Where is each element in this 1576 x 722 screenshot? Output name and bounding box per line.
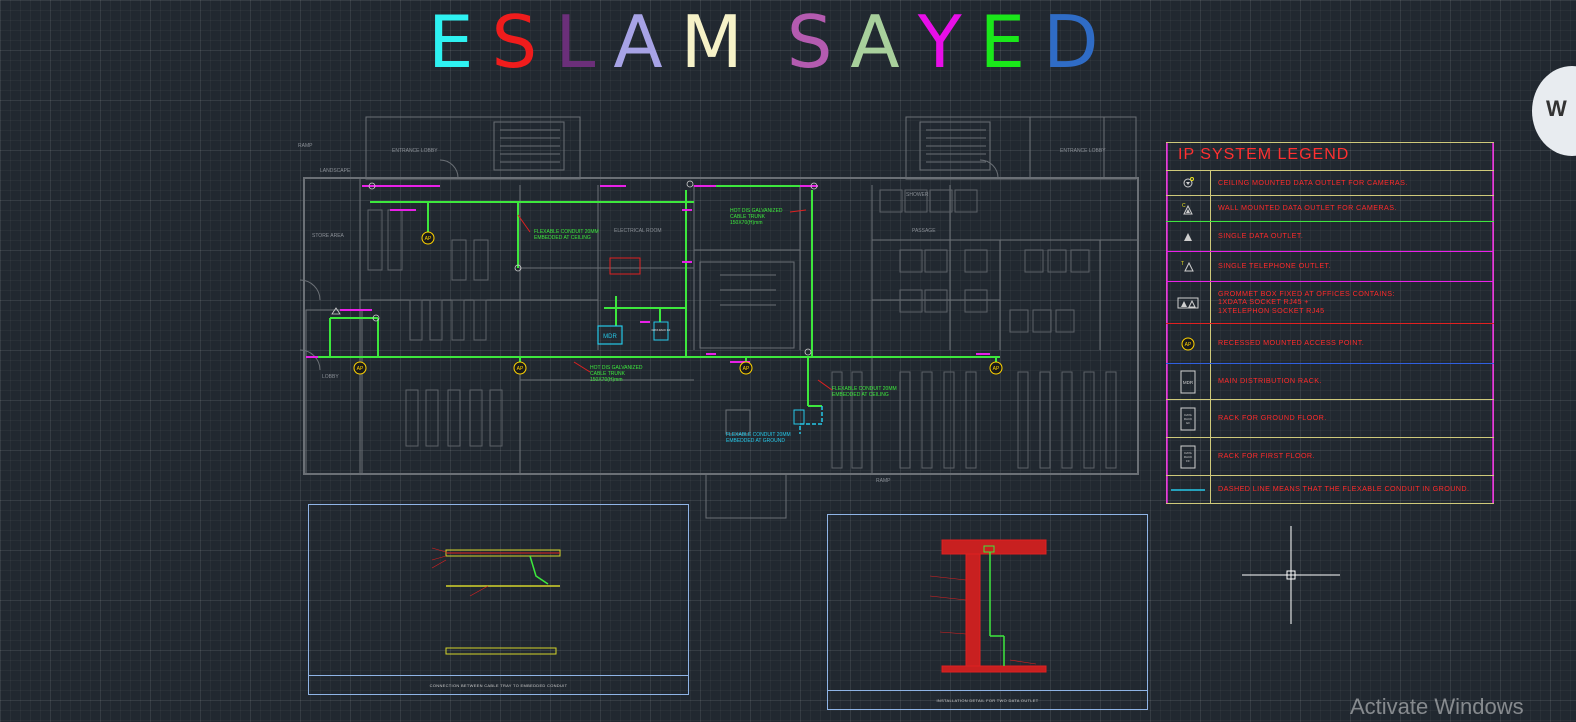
building-outline	[303, 177, 1139, 475]
legend-description: RACK FOR FIRST FLOOR.	[1218, 451, 1315, 461]
svg-text:150X70(H)mm: 150X70(H)mm	[590, 377, 623, 383]
svg-text:T: T	[1181, 261, 1184, 267]
ground-floor-rack[interactable]: DATA RACK GF	[652, 321, 671, 341]
legend-description: MAIN DISTRIBUTION RACK.	[1218, 376, 1322, 386]
stairs-right	[919, 121, 991, 171]
legend-title: IP SYSTEM LEGEND	[1178, 146, 1350, 163]
svg-text:AP: AP	[357, 366, 364, 372]
detail-frame-left[interactable]: CONNECTION BETWEEN CABLE TRAY TO EMBEDDE…	[308, 504, 689, 695]
room-label-ramp-top: RAMP	[298, 143, 313, 149]
legend-description: DASHED LINE MEANS THAT THE FLEXABLE COND…	[1218, 484, 1470, 494]
stairs-left	[493, 121, 565, 171]
room-label-ramp-bottom: RAMP	[876, 478, 891, 484]
dashed-line-icon	[1166, 476, 1211, 503]
wall-data-outlet-camera-icon: C	[1166, 196, 1211, 221]
ceiling-data-outlet-camera-icon	[804, 348, 812, 356]
svg-text:AP: AP	[993, 366, 1000, 372]
legend-description: CEILING MOUNTED DATA OUTLET FOR CAMERAS.	[1218, 177, 1408, 187]
room-label-lobby: LOBBY	[322, 374, 339, 380]
room-label-landscape: LANDSCAPE	[320, 168, 351, 174]
svg-text:AP: AP	[743, 366, 750, 372]
svg-text:FF: FF	[1186, 459, 1190, 463]
room-label-electrical-room: ELECTRICAL ROOM	[614, 228, 662, 234]
svg-text:EMBEDDED AT CEILING: EMBEDDED AT CEILING	[832, 392, 889, 398]
access-points[interactable]: AP AP AP AP AP	[353, 231, 1003, 375]
svg-text:EMBEDDED AT GROUND: EMBEDDED AT GROUND	[726, 438, 785, 444]
svg-text:MDR: MDR	[1183, 380, 1194, 385]
access-point-icon: AP	[989, 361, 1003, 375]
legend-row: T SINGLE TELEPHONE OUTLET.	[1166, 252, 1494, 282]
svg-text:MDR: MDR	[603, 334, 617, 340]
svg-text:EMBEDDED AT CEILING: EMBEDDED AT CEILING	[534, 235, 591, 241]
wall-data-outlet-camera-icon	[331, 307, 341, 315]
grommet-box-icon	[1166, 282, 1211, 323]
legend-row: AP RECESSED MOUNTED ACCESS POINT.	[1166, 324, 1494, 364]
activate-windows-watermark: Activate Windows	[1350, 694, 1524, 719]
first-floor-rack[interactable]	[793, 409, 805, 425]
svg-text:GF: GF	[1186, 421, 1190, 425]
meeting-tables	[367, 209, 503, 447]
main-distribution-rack-icon: MDR	[1166, 364, 1211, 399]
legend-row: DATA RACK FF RACK FOR FIRST FLOOR.	[1166, 438, 1494, 476]
ip-system-legend[interactable]: IP SYSTEM LEGEND CEILING MOUNTED DATA OU…	[1166, 142, 1494, 504]
room-label-entrance-lobby-left: ENTRANCE LOBBY	[392, 148, 438, 154]
detail-frame-right[interactable]: INSTALLATION DETAIL FOR TWO DATA OUTLET	[827, 514, 1148, 710]
plan-annotations: FLEXABLE CONDUIT 20MM EMBEDDED AT CEILIN…	[534, 208, 897, 398]
ceiling-data-outlet-camera-icon	[686, 180, 694, 188]
cable-routes	[310, 185, 1000, 407]
legend-description: GROMMET BOX FIXED AT OFFICES CONTAINS: 1…	[1218, 288, 1395, 315]
detail-caption-right: INSTALLATION DETAIL FOR TWO DATA OUTLET	[828, 690, 1147, 709]
svg-text:AP: AP	[425, 236, 432, 242]
ground-conduit-annotation: FLEXABLE CONDUIT 20MM EMBEDDED AT GROUND	[726, 432, 791, 444]
svg-text:C: C	[1182, 203, 1186, 209]
svg-text:AP: AP	[1185, 342, 1192, 348]
ceiling-data-outlet-camera-icon	[1166, 171, 1211, 195]
legend-row: C WALL MOUNTED DATA OUTLET FOR CAMERAS.	[1166, 196, 1494, 222]
single-telephone-outlet-icon: T	[1166, 252, 1211, 281]
cad-crosshair-cursor	[1242, 526, 1340, 624]
legend-description: RACK FOR GROUND FLOOR.	[1218, 413, 1327, 423]
svg-text:150X70(H)mm: 150X70(H)mm	[730, 220, 763, 226]
first-floor-rack-icon: DATA RACK FF	[1166, 438, 1211, 475]
access-point-icon: AP	[421, 231, 435, 245]
single-data-outlet-icon	[1166, 222, 1211, 251]
legend-row: MDR MAIN DISTRIBUTION RACK.	[1166, 364, 1494, 400]
access-point-icon: AP	[353, 361, 367, 375]
access-point-icon: AP	[513, 361, 527, 375]
shower-cubicles	[879, 189, 1090, 333]
room-labels: ENTRANCE LOBBY ENTRANCE LOBBY LANDSCAPE …	[298, 143, 1106, 484]
legend-description: RECESSED MOUNTED ACCESS POINT.	[1218, 338, 1365, 348]
legend-row: DATA RACK GF RACK FOR GROUND FLOOR.	[1166, 400, 1494, 438]
access-point-icon: AP	[739, 361, 753, 375]
access-point-icon: AP	[1166, 324, 1211, 363]
legend-row: DASHED LINE MEANS THAT THE FLEXABLE COND…	[1166, 476, 1494, 504]
main-distribution-rack[interactable]: MDR	[597, 325, 623, 345]
room-label-shower: SHOWER	[906, 192, 929, 198]
legend-row: GROMMET BOX FIXED AT OFFICES CONTAINS: 1…	[1166, 282, 1494, 324]
legend-row: SINGLE DATA OUTLET.	[1166, 222, 1494, 252]
floor-plan	[299, 116, 1139, 519]
svg-text:AP: AP	[517, 366, 524, 372]
legend-description: SINGLE TELEPHONE OUTLET.	[1218, 261, 1331, 271]
room-label-entrance-lobby-right: ENTRANCE LOBBY	[1060, 148, 1106, 154]
room-label-store-area: STORE AREA	[312, 233, 345, 239]
ground-floor-rack-icon: DATA RACK GF	[1166, 400, 1211, 437]
svg-text:DATA RACK GF: DATA RACK GF	[652, 328, 671, 332]
legend-row: CEILING MOUNTED DATA OUTLET FOR CAMERAS.	[1166, 170, 1494, 196]
detail-caption-left: CONNECTION BETWEEN CABLE TRAY TO EMBEDDE…	[309, 675, 688, 694]
legend-description: WALL MOUNTED DATA OUTLET FOR CAMERAS.	[1218, 203, 1397, 213]
room-label-passage: PASSAGE	[912, 228, 936, 234]
legend-description: SINGLE DATA OUTLET.	[1218, 231, 1304, 241]
bottom-entry	[705, 473, 787, 519]
